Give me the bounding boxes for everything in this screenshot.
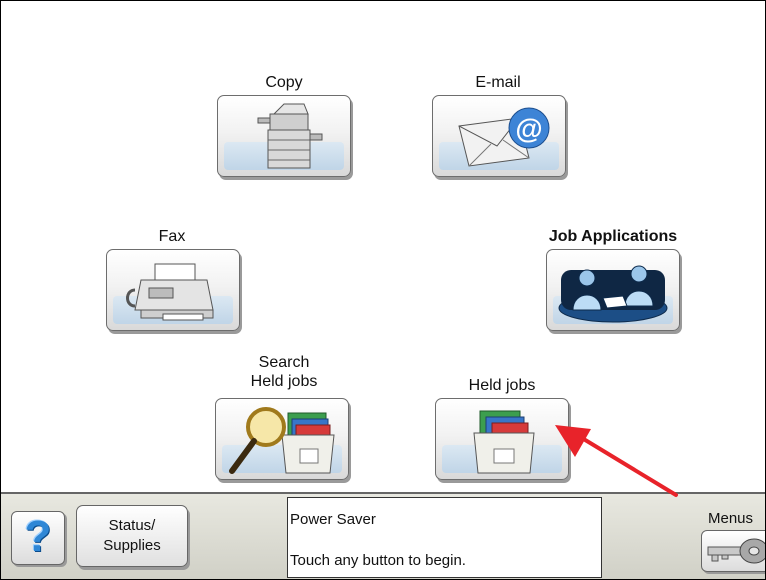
fax-button[interactable] bbox=[106, 249, 240, 331]
copier-icon bbox=[257, 103, 323, 169]
status-message-box: Power Saver Touch any button to begin. bbox=[287, 497, 602, 578]
fax-machine-icon bbox=[126, 263, 214, 321]
email-tile: E-mail bbox=[432, 73, 564, 92]
held-jobs-button[interactable] bbox=[435, 398, 569, 480]
copy-button[interactable] bbox=[217, 95, 351, 177]
status-supplies-button[interactable]: Status/ Supplies bbox=[76, 505, 188, 567]
copy-label: Copy bbox=[265, 74, 303, 91]
job-applications-label: Job Applications bbox=[548, 228, 678, 245]
search-held-jobs-label-line1: Search bbox=[258, 354, 310, 371]
status-supplies-label: Status/ Supplies bbox=[103, 516, 161, 556]
email-button[interactable]: @ bbox=[432, 95, 566, 177]
folders-box-icon bbox=[473, 410, 535, 474]
magnifier-folders-icon bbox=[229, 407, 335, 474]
status-label-line1: Status/ bbox=[108, 517, 156, 534]
help-icon: ? bbox=[24, 512, 52, 561]
held-jobs-tile: Held jobs bbox=[435, 376, 569, 395]
status-message-text: Touch any button to begin. bbox=[290, 552, 466, 569]
printer-control-panel: Copy E-mail @ Fax Job Applications Searc… bbox=[0, 0, 766, 580]
fax-label: Fax bbox=[158, 228, 186, 245]
menus-label: Menus bbox=[708, 510, 754, 527]
meeting-people-icon bbox=[558, 265, 668, 323]
status-label-line2: Supplies bbox=[103, 537, 161, 554]
email-envelope-icon: @ bbox=[458, 107, 550, 167]
email-label: E-mail bbox=[475, 74, 521, 91]
held-jobs-label: Held jobs bbox=[468, 377, 536, 394]
search-held-jobs-label-line2: Held jobs bbox=[250, 373, 318, 390]
search-held-jobs-tile: Search Held jobs bbox=[217, 353, 351, 391]
status-message-title: Power Saver bbox=[290, 511, 376, 528]
menus-button[interactable] bbox=[701, 530, 765, 572]
copy-tile: Copy bbox=[215, 73, 353, 92]
fax-tile: Fax bbox=[106, 227, 238, 246]
job-applications-button[interactable] bbox=[546, 249, 680, 331]
job-applications-tile: Job Applications bbox=[529, 227, 697, 246]
svg-text:@: @ bbox=[515, 113, 542, 144]
key-icon bbox=[707, 538, 765, 564]
search-held-jobs-button[interactable] bbox=[215, 398, 349, 480]
bottom-bar: ? Status/ Supplies Power Saver Touch any… bbox=[1, 492, 765, 579]
help-button[interactable]: ? bbox=[11, 511, 65, 565]
